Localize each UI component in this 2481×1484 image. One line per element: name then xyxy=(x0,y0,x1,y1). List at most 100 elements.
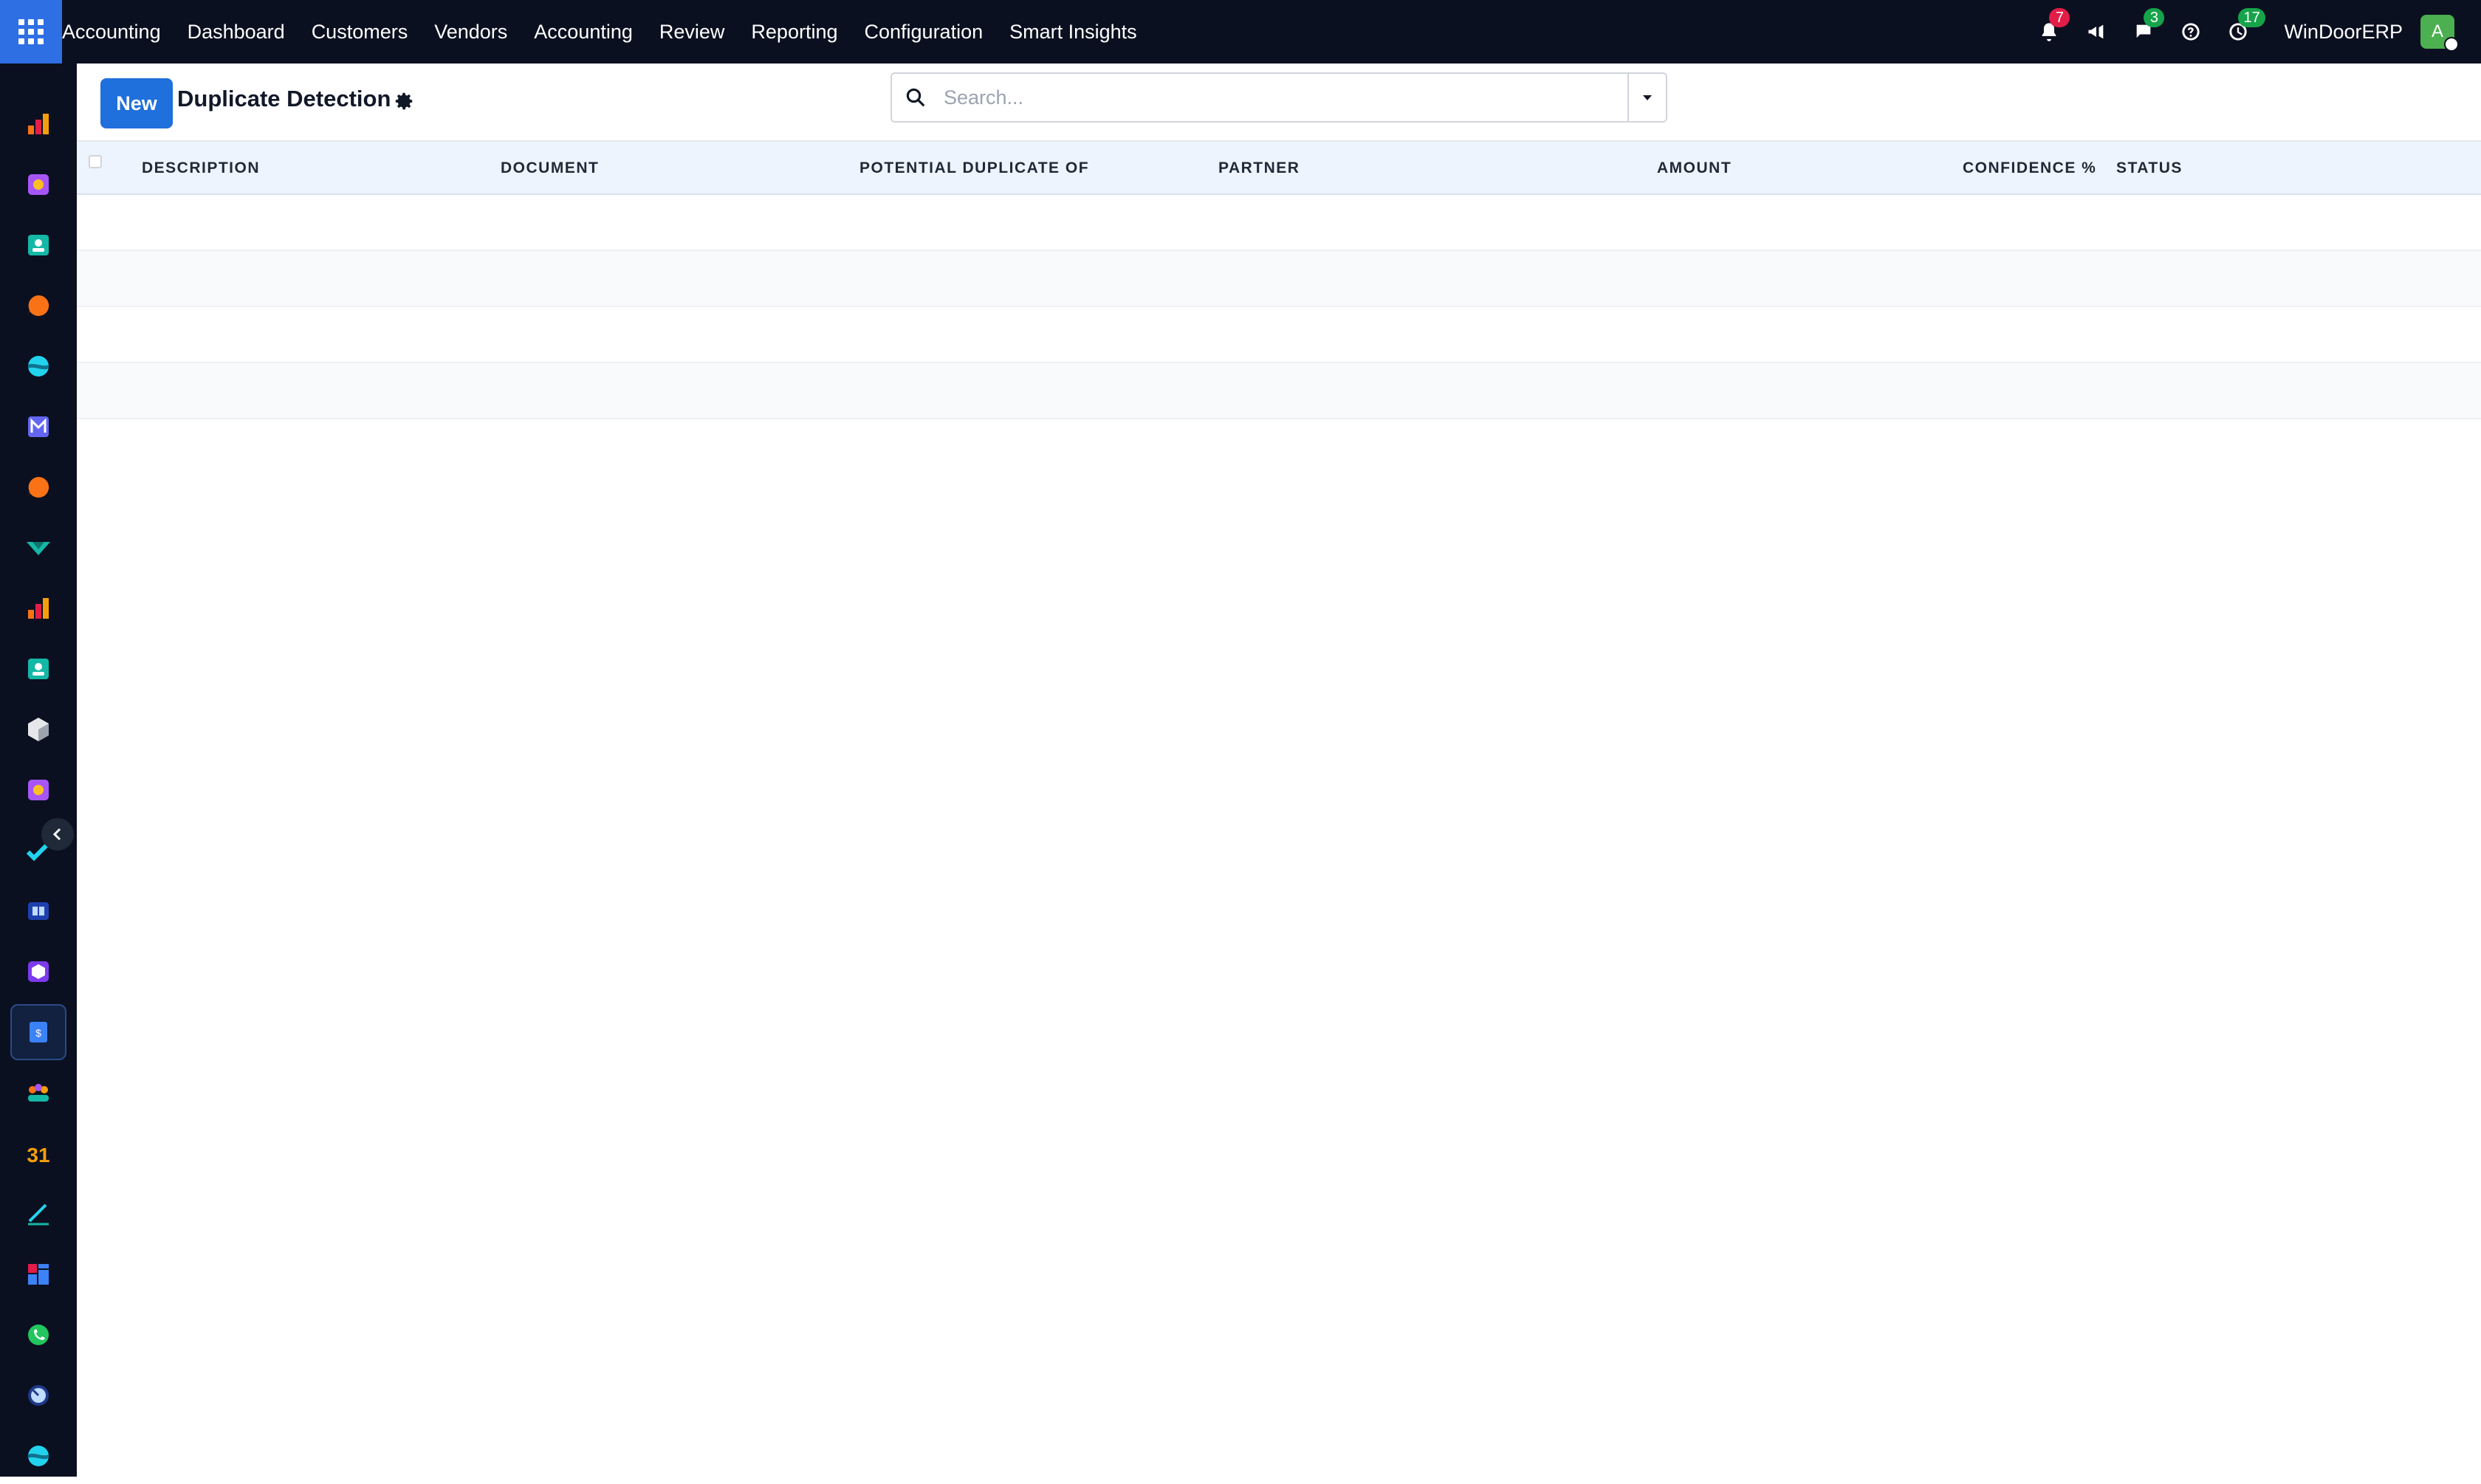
invoicing-icon: $ xyxy=(30,1022,47,1042)
discuss-icon xyxy=(28,295,49,316)
sidebar-app-accounting[interactable] xyxy=(10,96,66,152)
list-table: DESCRIPTION DOCUMENT POTENTIAL DUPLICATE… xyxy=(77,142,2481,419)
sidebar-app-calendar[interactable]: 31 xyxy=(10,1125,66,1181)
empty-row xyxy=(77,195,2481,251)
sidebar-app-purchase[interactable] xyxy=(10,944,66,1000)
sidebar-app-whatsapp[interactable] xyxy=(10,1307,66,1363)
product-icon xyxy=(28,718,49,741)
sidebar-collapse-button[interactable] xyxy=(41,818,74,851)
table-header: DESCRIPTION DOCUMENT POTENTIAL DUPLICATE… xyxy=(77,142,2481,195)
sales-icon xyxy=(28,780,49,800)
avatar-letter: A xyxy=(2431,21,2443,41)
search-bar xyxy=(891,72,1667,123)
menu-review[interactable]: Review xyxy=(646,0,738,63)
timesheet-icon xyxy=(28,1385,49,1406)
sidebar-app-website-builder[interactable] xyxy=(10,1428,66,1484)
messages-badge: 3 xyxy=(2144,8,2165,27)
sidebar-app-reports[interactable] xyxy=(10,580,66,636)
team-icon xyxy=(28,1084,49,1102)
megaphone-icon xyxy=(2088,24,2104,39)
column-header-confidence[interactable]: CONFIDENCE % xyxy=(1963,142,2096,195)
new-button[interactable]: New xyxy=(100,78,173,128)
menu-smart-insights[interactable]: Smart Insights xyxy=(996,0,1150,63)
column-header-document[interactable]: DOCUMENT xyxy=(501,142,599,195)
sidebar-app-employees[interactable] xyxy=(10,641,66,697)
help-icon xyxy=(2182,23,2200,41)
user-avatar[interactable]: A xyxy=(2420,15,2459,52)
employees-icon xyxy=(28,659,49,679)
gear-icon[interactable] xyxy=(393,90,415,112)
column-header-potential-duplicate-of[interactable]: POTENTIAL DUPLICATE OF xyxy=(859,142,1089,195)
page-title: Duplicate Detection xyxy=(177,86,391,111)
menu-accounting[interactable]: Accounting xyxy=(521,0,646,63)
website-icon xyxy=(28,356,49,377)
svg-text:$: $ xyxy=(35,1027,41,1039)
menu-customers[interactable]: Customers xyxy=(298,0,422,63)
help-button[interactable] xyxy=(2178,18,2204,45)
accounting-chart-icon xyxy=(28,114,49,134)
empty-row xyxy=(77,251,2481,307)
menu-dashboard[interactable]: Dashboard xyxy=(174,0,298,63)
purchase-icon xyxy=(28,961,49,982)
sidebar-app-email-marketing[interactable] xyxy=(10,399,66,455)
company-name[interactable]: WinDoorERP xyxy=(2284,21,2403,44)
app-sidebar: $ 31 xyxy=(0,63,77,1477)
sidebar-app-product[interactable] xyxy=(10,701,66,758)
column-header-amount[interactable]: AMOUNT xyxy=(1657,142,1732,195)
chevron-left-icon xyxy=(52,828,61,841)
livechat-icon xyxy=(28,476,49,498)
messages-button[interactable]: 3 xyxy=(2130,8,2165,45)
column-header-description[interactable]: DESCRIPTION xyxy=(142,142,260,195)
inventory-icon xyxy=(28,174,49,195)
project-icon xyxy=(27,542,50,555)
dashboards-icon xyxy=(28,1264,49,1285)
sidebar-app-sign[interactable] xyxy=(10,1186,66,1242)
presence-dot xyxy=(2444,37,2459,52)
contacts-icon xyxy=(28,235,49,255)
empty-row xyxy=(77,307,2481,363)
column-header-status[interactable]: STATUS xyxy=(2116,142,2183,195)
notifications-button[interactable]: 7 xyxy=(2036,8,2070,45)
menu-reporting[interactable]: Reporting xyxy=(738,0,851,63)
caret-down-icon xyxy=(1643,95,1652,100)
sidebar-app-invoicing[interactable]: $ xyxy=(10,1004,66,1060)
sidebar-app-contacts[interactable] xyxy=(10,217,66,273)
apps-menu-button[interactable] xyxy=(0,0,62,63)
activities-button[interactable]: 17 xyxy=(2225,8,2265,45)
knowledge-icon xyxy=(28,902,49,920)
sidebar-app-team[interactable] xyxy=(10,1065,66,1121)
search-input[interactable] xyxy=(939,75,1627,120)
sidebar-app-timesheet[interactable] xyxy=(10,1367,66,1423)
sidebar-app-livechat[interactable] xyxy=(10,459,66,515)
svg-text:31: 31 xyxy=(27,1144,49,1167)
reports-icon xyxy=(28,598,49,619)
sidebar-app-dashboards[interactable] xyxy=(10,1246,66,1302)
control-panel: New Duplicate Detection xyxy=(77,63,2481,142)
menu-brand-accounting[interactable]: Accounting xyxy=(62,0,174,63)
sidebar-app-knowledge[interactable] xyxy=(10,883,66,939)
empty-row xyxy=(77,363,2481,419)
sidebar-app-discuss[interactable] xyxy=(10,278,66,334)
sidebar-app-inventory[interactable] xyxy=(10,157,66,213)
email-marketing-icon xyxy=(28,416,49,437)
search-button[interactable] xyxy=(892,74,939,121)
website-builder-icon xyxy=(28,1446,49,1466)
sign-icon xyxy=(28,1203,49,1226)
sidebar-app-sales[interactable] xyxy=(10,762,66,818)
sidebar-app-website[interactable] xyxy=(10,338,66,394)
top-navbar: Accounting Dashboard Customers Vendors A… xyxy=(0,0,2481,63)
menu-vendors[interactable]: Vendors xyxy=(421,0,521,63)
whatsapp-icon xyxy=(28,1325,49,1345)
apps-grid-icon xyxy=(18,19,44,44)
main-menu: Accounting Dashboard Customers Vendors A… xyxy=(62,0,1150,63)
sidebar-app-project[interactable] xyxy=(10,520,66,576)
notifications-badge: 7 xyxy=(2049,8,2070,27)
select-all-checkbox[interactable] xyxy=(89,155,102,168)
search-icon xyxy=(906,88,925,107)
menu-configuration[interactable]: Configuration xyxy=(851,0,997,63)
activities-badge: 17 xyxy=(2238,8,2265,27)
calendar-icon: 31 xyxy=(27,1144,49,1167)
search-options-toggle[interactable] xyxy=(1627,74,1666,121)
announcements-button[interactable] xyxy=(2083,18,2110,45)
column-header-partner[interactable]: PARTNER xyxy=(1218,142,1300,195)
